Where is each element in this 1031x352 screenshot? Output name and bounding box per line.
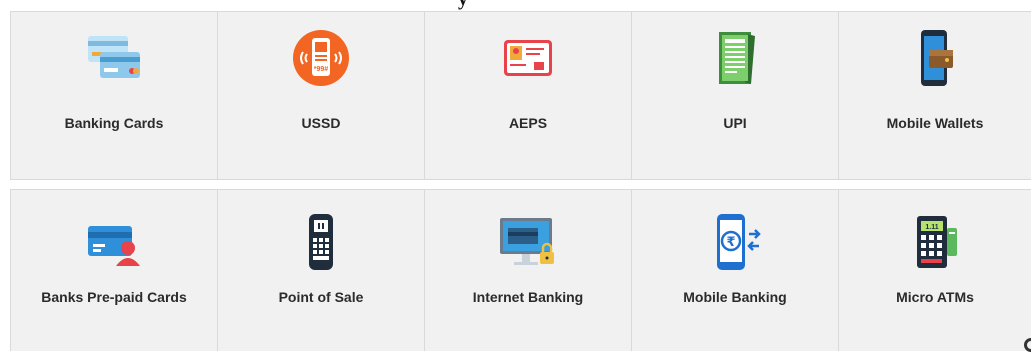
upi-document-icon: [703, 26, 767, 90]
tile-label: Internet Banking: [472, 289, 584, 305]
tile-ussd[interactable]: *99# USSD: [217, 12, 424, 179]
tile-label: Point of Sale: [278, 289, 364, 305]
aadhaar-card-icon: [496, 26, 560, 90]
svg-text:₹: ₹: [726, 235, 735, 250]
ussd-phone-icon: *99#: [289, 26, 353, 90]
svg-text:1.11: 1.11: [925, 224, 938, 231]
tile-label: Mobile Wallets: [886, 115, 984, 131]
tile-banks-prepaid-cards[interactable]: Banks Pre-paid Cards: [10, 190, 217, 351]
micro-atm-icon: 1.11: [903, 210, 967, 274]
banking-cards-icon: [82, 26, 146, 90]
tile-label: Banking Cards: [64, 115, 164, 131]
section-heading-text: y: [458, 0, 468, 11]
pos-terminal-icon: [289, 210, 353, 274]
tile-label: AEPS: [508, 115, 548, 131]
mobile-wallet-icon: [903, 26, 967, 90]
monitor-lock-icon: [496, 210, 560, 274]
prepaid-card-user-icon: [82, 210, 146, 274]
tile-label: USSD: [301, 115, 341, 131]
tile-mobile-wallets[interactable]: Mobile Wallets: [838, 12, 1031, 179]
mobile-rupee-icon: ₹: [703, 210, 767, 274]
tile-label: Mobile Banking: [683, 289, 787, 305]
tile-point-of-sale[interactable]: Point of Sale: [217, 190, 424, 351]
payment-modes-row-2: Banks Pre-paid Cards Point of Sale Inter…: [10, 189, 1031, 351]
tile-label: Banks Pre-paid Cards: [41, 289, 187, 305]
tile-banking-cards[interactable]: Banking Cards: [10, 12, 217, 179]
tile-upi[interactable]: UPI: [631, 12, 838, 179]
tile-label: Micro ATMs: [896, 289, 974, 305]
tile-mobile-banking[interactable]: ₹ Mobile Banking: [631, 190, 838, 351]
tile-aeps[interactable]: AEPS: [424, 12, 631, 179]
svg-text:*99#: *99#: [314, 66, 329, 73]
tile-micro-atms[interactable]: 1.11 Micro ATMs: [838, 190, 1031, 351]
tile-internet-banking[interactable]: Internet Banking: [424, 190, 631, 351]
payment-modes-row-1: Banking Cards *99# USSD AEPS UPI Mobile …: [10, 11, 1031, 180]
tile-label: UPI: [723, 115, 747, 131]
section-heading: y: [0, 0, 1031, 11]
